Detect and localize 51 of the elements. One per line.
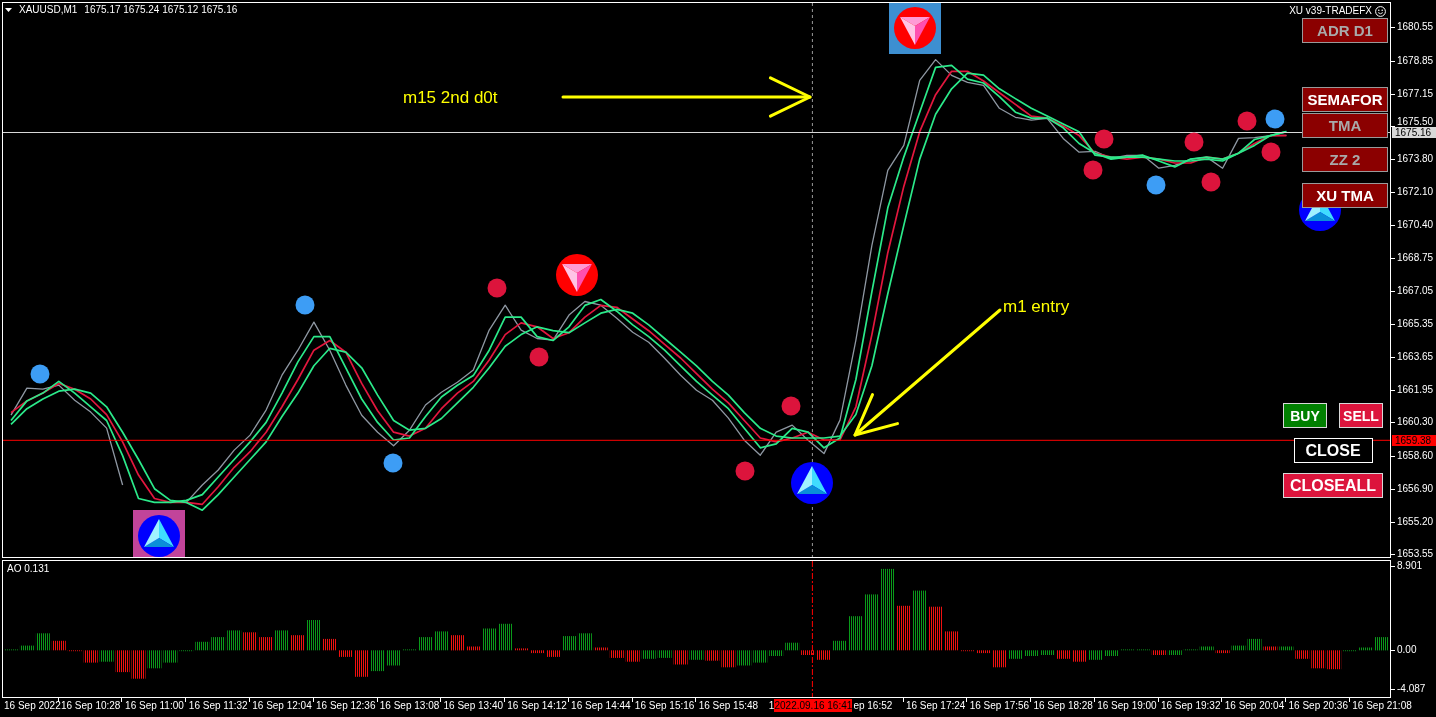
- axis-label: 16 Sep 12:04: [252, 700, 312, 712]
- axis-label: 1678.85: [1397, 55, 1434, 66]
- axis-label: 1668.75: [1397, 252, 1434, 263]
- axis-label: 16 Sep 20:36: [1288, 700, 1348, 712]
- crosshair-time-label: 2022.09.16 16:41: [774, 699, 853, 712]
- axis-label: 1670.40: [1397, 220, 1434, 231]
- price-label: 1659.38: [1392, 434, 1436, 446]
- indicator-label: AO 0.131: [7, 563, 50, 575]
- axis-label: 16 Sep 10:28: [60, 700, 121, 712]
- axis-label: 16 Sep 15:16: [634, 700, 695, 712]
- axis-label: 16 Sep 19:32: [1160, 700, 1221, 712]
- axis-label: 1658.60: [1397, 450, 1434, 461]
- axis-label: -4.087: [1397, 683, 1426, 695]
- axis-label: 16 Sep 21:08: [1352, 700, 1412, 712]
- axis-label: 1672.10: [1397, 187, 1434, 198]
- axis-label: 0.00: [1397, 644, 1417, 657]
- axis-label: 1680.55: [1397, 22, 1434, 33]
- axis-label: 16 Sep 14:44: [571, 700, 631, 712]
- axis-label: 1673.80: [1397, 154, 1434, 165]
- axis-label: 16 Sep 20:04: [1224, 700, 1285, 712]
- axis-label: 16 Sep 17:56: [969, 700, 1030, 712]
- axis-label: 1660.30: [1397, 417, 1434, 428]
- axis-label: 16 Sep 14:12: [507, 700, 567, 712]
- annotation-text: m15 2nd d0t: [403, 88, 498, 108]
- symbol-label: XAUUSD,M1: [19, 4, 78, 16]
- axis-label: 1655.20: [1397, 516, 1434, 527]
- axis-label: 1677.15: [1397, 88, 1434, 99]
- axis-label: 16 Sep 17:24: [905, 700, 966, 712]
- axis-label: 1: [768, 700, 775, 712]
- axis-label: 1665.35: [1397, 318, 1434, 329]
- axis-label: 16 Sep 15:48: [698, 700, 759, 712]
- annotation-text: m1 entry: [1003, 297, 1070, 317]
- axis-label: ep 16:52: [853, 700, 893, 712]
- axis-label: 8.901: [1397, 560, 1423, 572]
- axis-label: 16 Sep 13:40: [443, 700, 504, 712]
- axis-label: 1663.65: [1397, 352, 1434, 363]
- axis-label: 16 Sep 12:36: [316, 700, 376, 712]
- price-quotes: 1675.17 1675.24 1675.12 1675.16: [84, 4, 238, 16]
- brand-label: XU v39-TRADEFX: [1289, 5, 1372, 17]
- axis-label: 1656.90: [1397, 483, 1434, 494]
- price-label: 1675.16: [1392, 127, 1436, 138]
- axis-label: 16 Sep 19:00: [1097, 700, 1157, 712]
- axis-label: 1675.50: [1397, 117, 1434, 127]
- axis-label: 16 Sep 13:08: [379, 700, 440, 712]
- axis-label: 1653.55: [1397, 549, 1434, 560]
- axis-label: 16 Sep 2022: [4, 700, 61, 712]
- axis-label: 16 Sep 11:00: [125, 700, 184, 712]
- axis-label: 16 Sep 18:28: [1033, 700, 1093, 712]
- axis-label: 1667.05: [1397, 285, 1434, 296]
- axis-label: 1661.95: [1397, 385, 1434, 396]
- axis-label: 16 Sep 11:32: [188, 700, 248, 712]
